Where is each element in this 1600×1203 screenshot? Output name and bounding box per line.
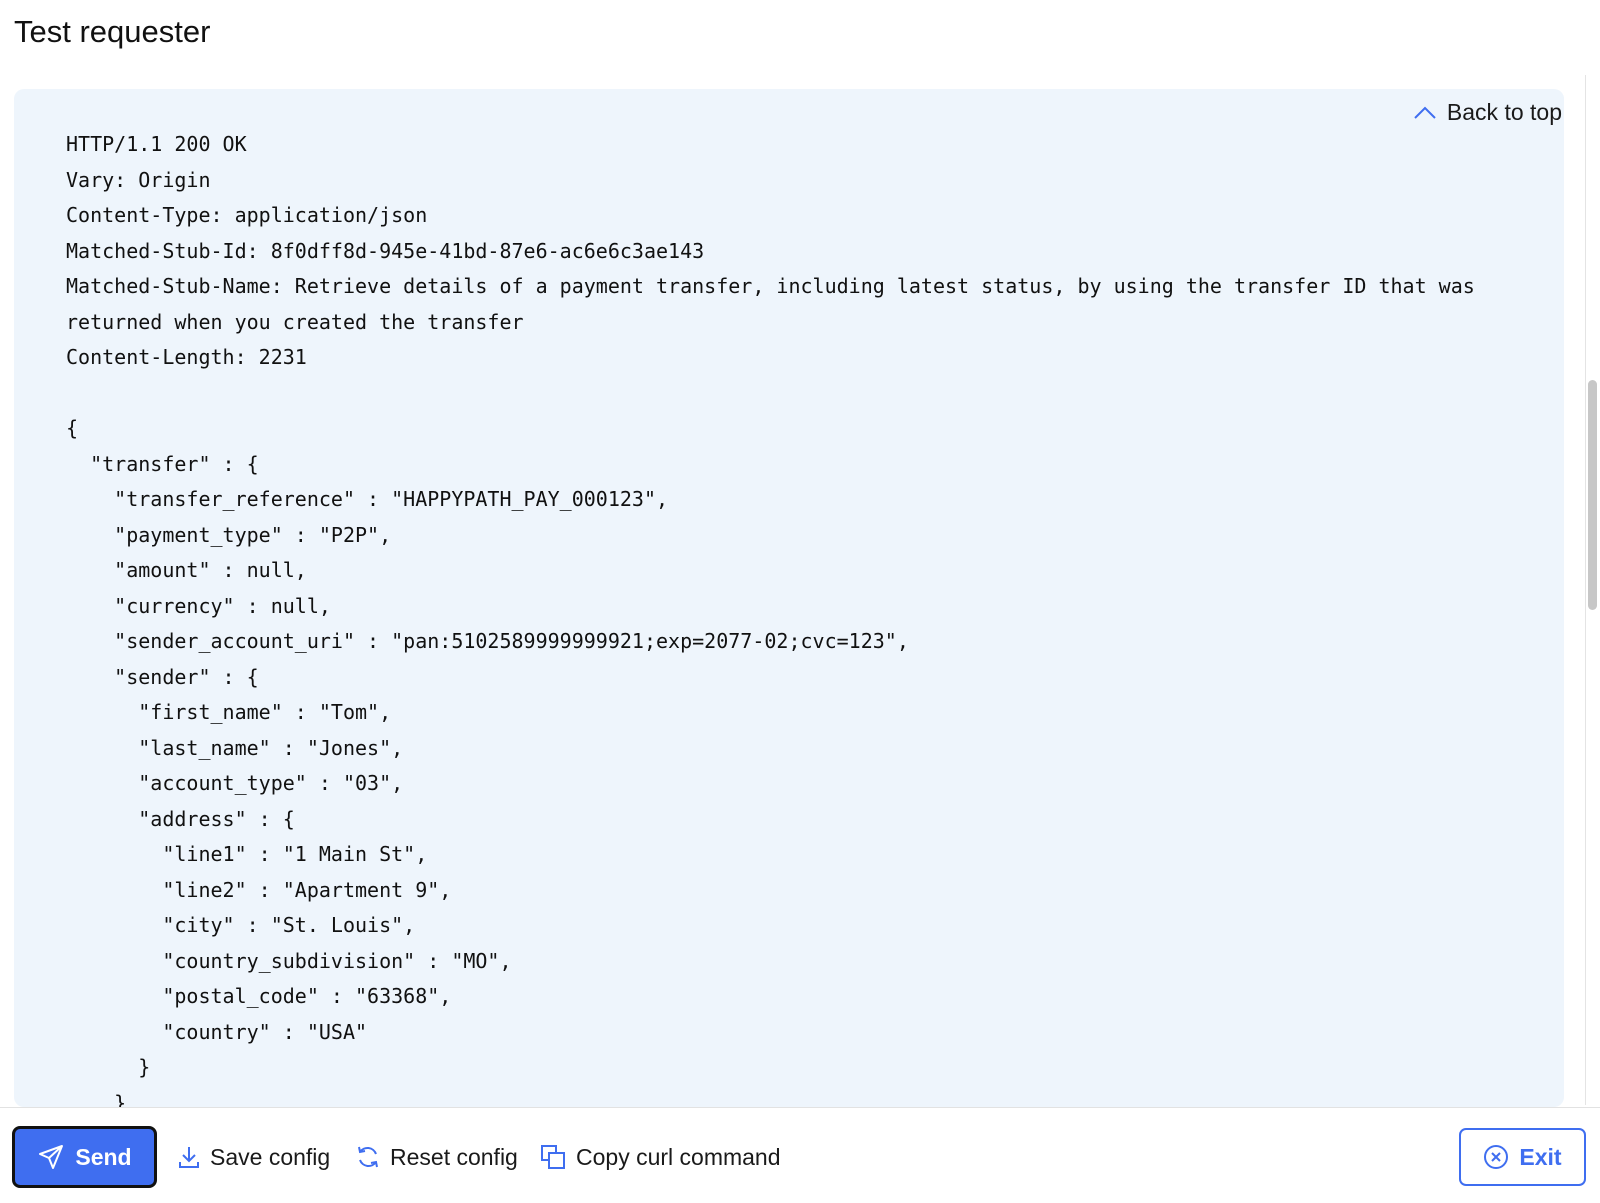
code-line: "payment_type" : "P2P", xyxy=(66,522,392,547)
code-line: "transfer" : { xyxy=(66,451,259,476)
exit-label: Exit xyxy=(1519,1143,1562,1170)
code-line: Content-Type: application/json xyxy=(66,203,428,227)
code-line: "account_type" : "03", xyxy=(66,771,404,795)
send-button[interactable]: Send xyxy=(12,1126,157,1188)
code-line: "first_name" : "Tom", xyxy=(66,700,392,724)
copy-curl-label: Copy curl command xyxy=(576,1143,781,1170)
copy-icon xyxy=(540,1144,566,1170)
bottom-toolbar: Send Save config Reset config Copy curl … xyxy=(0,1107,1600,1203)
response-panel: HTTP/1.1 200 OK Vary: Origin Content-Type:… xyxy=(14,89,1564,1107)
code-line: Matched-Stub-Id: 8f0dff8d-945e-41bd-87e6… xyxy=(66,238,705,263)
code-line: "transfer_reference" : "HAPPYPATH_PAY_00… xyxy=(66,487,669,511)
chevron-up-icon xyxy=(1413,105,1437,121)
exit-button[interactable]: Exit xyxy=(1459,1128,1586,1186)
close-circle-icon xyxy=(1483,1144,1509,1170)
code-line: "sender_account_uri" : "pan:510258999999… xyxy=(66,629,909,653)
code-line: Content-Length: 2231 xyxy=(66,345,307,369)
code-line: "line2" : "Apartment 9", xyxy=(66,877,452,902)
refresh-icon xyxy=(356,1145,380,1169)
scrollbar[interactable] xyxy=(1585,75,1600,1105)
copy-curl-command-button[interactable]: Copy curl command xyxy=(540,1126,781,1188)
code-line: Matched-Stub-Name: Retrieve details of a… xyxy=(66,274,1475,298)
code-line: "country" : "USA" xyxy=(66,1019,368,1044)
code-line: HTTP/1.1 200 OK xyxy=(66,132,247,156)
back-to-top-label: Back to top xyxy=(1446,99,1562,125)
paper-plane-icon xyxy=(37,1143,65,1171)
code-line: "city" : "St. Louis", xyxy=(66,913,416,937)
code-line: Vary: Origin xyxy=(66,167,211,192)
code-line: "last_name" : "Jones", xyxy=(66,735,404,760)
code-line: }, xyxy=(66,1090,139,1108)
back-to-top-link[interactable]: Back to top xyxy=(1402,95,1564,130)
code-line: "postal_code" : "63368", xyxy=(66,984,452,1008)
code-line: "sender" : { xyxy=(66,664,259,689)
send-label: Send xyxy=(75,1143,132,1170)
save-config-label: Save config xyxy=(210,1143,331,1170)
code-line: "currency" : null, xyxy=(66,593,331,618)
save-config-button[interactable]: Save config xyxy=(178,1126,330,1188)
response-code: HTTP/1.1 200 OK Vary: Origin Content-Type:… xyxy=(66,127,1504,1107)
page-title: Test requester xyxy=(14,14,211,49)
code-line: "amount" : null, xyxy=(66,558,307,582)
reset-config-button[interactable]: Reset config xyxy=(356,1126,518,1188)
code-line: } xyxy=(66,1055,151,1079)
reset-config-label: Reset config xyxy=(390,1143,518,1170)
scrollbar-thumb[interactable] xyxy=(1588,380,1597,610)
download-icon xyxy=(178,1145,200,1169)
code-line: { xyxy=(66,416,79,440)
code-line: returned when you created the transfer xyxy=(66,309,524,334)
code-line: "address" : { xyxy=(66,806,295,831)
code-line: "line1" : "1 Main St", xyxy=(66,842,428,866)
code-line: "country_subdivision" : "MO", xyxy=(66,948,512,973)
